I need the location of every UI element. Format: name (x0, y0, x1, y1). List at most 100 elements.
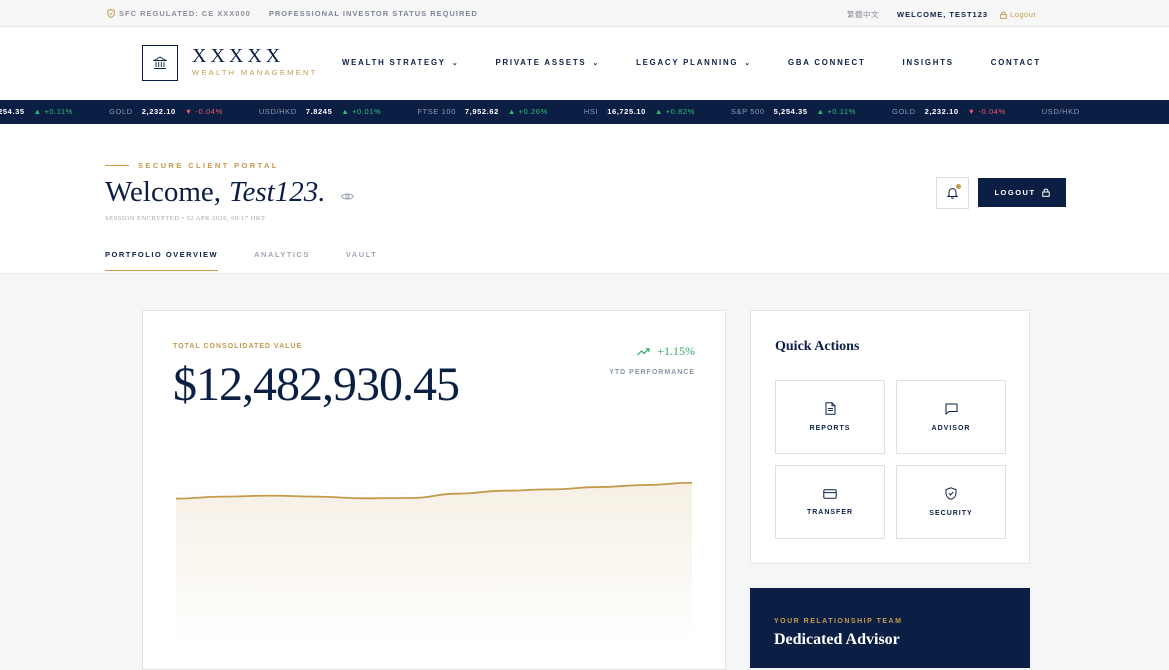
ticker-value: 7.8245 (306, 107, 333, 116)
ticker-change: ▼ -0.04% (185, 107, 223, 116)
ticker-change-text: +0.82% (666, 107, 695, 116)
nav-item-wealth-strategy[interactable]: WEALTH STRATEGY ⌄ (342, 58, 459, 67)
bank-icon (153, 56, 167, 70)
chevron-down-icon: ⌄ (744, 59, 752, 67)
ticker-item: S&P 5005,254.35▲ +0.11% (0, 107, 73, 116)
team-title: Dedicated Advisor (774, 631, 900, 649)
ticker-change-text: +0.11% (44, 107, 73, 116)
ticker-symbol: USD/HKD (1042, 107, 1080, 116)
logo-mark[interactable] (142, 45, 178, 81)
tab-portfolio-overview[interactable]: PORTFOLIO OVERVIEW (105, 250, 218, 271)
divider (105, 165, 129, 166)
portal-label-text: SECURE CLIENT PORTAL (138, 161, 279, 170)
ticker-change-text: -0.04% (195, 107, 222, 116)
ytd-change-value: +1.15% (657, 344, 695, 359)
notification-button[interactable] (936, 177, 969, 209)
ticker-change-text: +0.11% (827, 107, 856, 116)
ticker-symbol: USD/HKD (259, 107, 297, 116)
chevron-down-icon: ⌄ (592, 59, 600, 67)
document-icon (825, 402, 836, 415)
transfer-button[interactable]: TRANSFER (775, 465, 885, 539)
main-navigation: XXXXX WEALTH MANAGEMENT WEALTH STRATEGY ⌄… (0, 27, 1169, 100)
ticker-change: ▲ +0.01% (341, 107, 381, 116)
ticker-item: HSI 16,725.10 ▲ +0.82% (584, 107, 695, 116)
nav-item-label: LEGACY PLANNING (636, 58, 738, 67)
chevron-down-icon: ⌄ (452, 59, 460, 67)
ticker-change: ▲ +0.26% (508, 107, 548, 116)
lock-icon (1000, 11, 1007, 19)
language-switch[interactable]: 繁體中文 (847, 9, 879, 20)
ticker-item: FTSE 1007,952.62▲ +0.26% (417, 107, 548, 116)
reports-label: REPORTS (810, 425, 851, 432)
ticker-value: 5,254.35 (0, 107, 25, 116)
triangle-up-icon: ▲ (508, 107, 519, 116)
transfer-label: TRANSFER (807, 509, 853, 516)
portal-tabs: PORTFOLIO OVERVIEW ANALYTICS VAULT (105, 250, 413, 271)
triangle-down-icon: ▼ (968, 107, 979, 116)
regulation-notice: SFC REGULATED: CE XXX000 (107, 9, 251, 18)
welcome-user-text: WELCOME, TEST123 (897, 10, 988, 19)
regulation-text: SFC REGULATED: CE XXX000 (119, 9, 251, 18)
ticker-symbol: GOLD (892, 107, 916, 116)
triangle-down-icon: ▼ (185, 107, 196, 116)
tab-vault[interactable]: VAULT (346, 250, 377, 271)
ticker-symbol: HSI (584, 107, 598, 116)
logout-button[interactable]: LOGOUT (978, 178, 1066, 207)
advisor-button[interactable]: ADVISOR (896, 380, 1006, 454)
portal-label: SECURE CLIENT PORTAL (105, 161, 279, 170)
brand-name: XXXXX (192, 45, 318, 67)
ticker-symbol: S&P 500 (731, 107, 765, 116)
bell-icon (947, 187, 958, 199)
triangle-up-icon: ▲ (817, 107, 828, 116)
nav-item-label: PRIVATE ASSETS (495, 58, 586, 67)
security-button[interactable]: SECURITY (896, 465, 1006, 539)
ticker-change: ▲ +0.82% (655, 107, 695, 116)
performance-chart (176, 447, 692, 647)
nav-item-label: WEALTH STRATEGY (342, 58, 446, 67)
nav-item-gba-connect[interactable]: GBA CONNECT (788, 58, 866, 67)
ticker-change-text: +0.01% (352, 107, 381, 116)
triangle-up-icon: ▲ (655, 107, 666, 116)
triangle-up-icon: ▲ (341, 107, 352, 116)
chat-icon (945, 403, 958, 415)
session-info: SESSION ENCRYPTED • 02 APR 2026, 08:17 H… (105, 215, 266, 222)
eye-icon[interactable] (341, 176, 354, 209)
quick-actions-title: Quick Actions (775, 339, 859, 355)
security-label: SECURITY (929, 510, 972, 517)
ticker-item: GOLD2,232.10▼ -0.04% (892, 107, 1006, 116)
nav-item-private-assets[interactable]: PRIVATE ASSETS ⌄ (495, 58, 600, 67)
nav-item-insights[interactable]: INSIGHTS (903, 58, 954, 67)
logout-button-label: LOGOUT (994, 188, 1035, 197)
chart-area-fill (176, 483, 692, 647)
lock-icon (1042, 188, 1050, 197)
reports-button[interactable]: REPORTS (775, 380, 885, 454)
brand[interactable]: XXXXX WEALTH MANAGEMENT (192, 45, 318, 77)
ticker-change-text: +0.26% (519, 107, 548, 116)
shield-check-icon (945, 487, 957, 500)
triangle-up-icon: ▲ (34, 107, 45, 116)
ticker-change: ▲ +0.11% (34, 107, 73, 116)
team-label: YOUR RELATIONSHIP TEAM (774, 618, 902, 625)
nav-item-label: CONTACT (991, 58, 1041, 67)
ticker-change: ▼ -0.04% (968, 107, 1006, 116)
page-title: Welcome, Test123. (105, 176, 354, 209)
ticker-track: S&P 500 5,254.35 ▲ +0.11% GOLD2,232.10▼ -0.… (0, 107, 1125, 116)
welcome-prefix: Welcome, (105, 176, 221, 209)
nav-item-legacy-planning[interactable]: LEGACY PLANNING ⌄ (636, 58, 752, 67)
investor-status-text: PROFESSIONAL INVESTOR STATUS REQUIRED (269, 9, 478, 18)
advisor-label: ADVISOR (932, 425, 971, 432)
ticker-item: USD/HKD 7.8245 ▲ +0.01% (259, 107, 381, 116)
relationship-team-card: YOUR RELATIONSHIP TEAM Dedicated Advisor (750, 588, 1030, 668)
tab-analytics[interactable]: ANALYTICS (254, 250, 310, 271)
ticker-symbol: GOLD (109, 107, 133, 116)
ticker-item: GOLD2,232.10▼ -0.04% (109, 107, 223, 116)
ticker-value: 16,725.10 (607, 107, 646, 116)
nav-item-contact[interactable]: CONTACT (991, 58, 1041, 67)
brand-tagline: WEALTH MANAGEMENT (192, 68, 318, 77)
portfolio-card: TOTAL CONSOLIDATED VALUE $12,482,930.45 … (142, 310, 726, 670)
ticker-change: ▲ +0.11% (817, 107, 856, 116)
ticker-symbol: FTSE 100 (417, 107, 456, 116)
market-ticker: S&P 500 5,254.35 ▲ +0.11% GOLD2,232.10▼ -0.… (0, 100, 1169, 124)
notification-dot (956, 184, 961, 189)
top-logout-link[interactable]: Logout (1000, 10, 1036, 19)
